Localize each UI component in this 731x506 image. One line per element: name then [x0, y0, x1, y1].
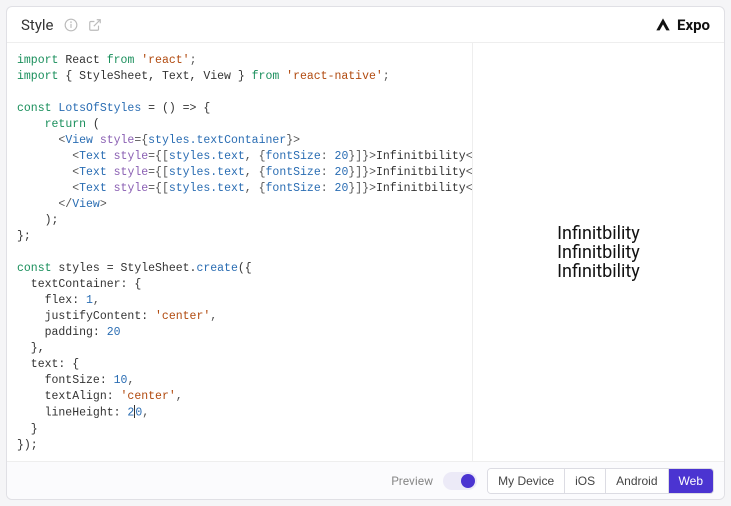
code-line[interactable]: <Text style={[styles.text, {fontSize: 20… — [17, 165, 466, 181]
code-line[interactable]: return ( — [17, 117, 466, 133]
preview-label: Preview — [391, 474, 433, 488]
code-line[interactable] — [17, 245, 466, 261]
code-line[interactable]: const styles = StyleSheet.create({ — [17, 261, 466, 277]
code-line[interactable]: <Text style={[styles.text, {fontSize: 20… — [17, 181, 466, 197]
preview-pane: InfinitbilityInfinitbilityInfinitbility — [473, 43, 724, 461]
code-line[interactable]: justifyContent: 'center', — [17, 309, 466, 325]
code-line[interactable]: textAlign: 'center', — [17, 389, 466, 405]
editor-panel: Style Expo import React from 'react';imp… — [6, 6, 725, 500]
toggle-knob — [461, 474, 475, 488]
preview-output: InfinitbilityInfinitbilityInfinitbility — [557, 224, 640, 281]
code-line[interactable]: import { StyleSheet, Text, View } from '… — [17, 69, 466, 85]
preview-toggle[interactable] — [443, 472, 477, 490]
body: import React from 'react';import { Style… — [7, 43, 724, 461]
preview-text: Infinitbility — [557, 262, 640, 281]
code-line[interactable]: text: { — [17, 357, 466, 373]
preview-text: Infinitbility — [557, 224, 640, 243]
code-line[interactable]: lineHeight: 20, — [17, 405, 466, 422]
platform-tab-android[interactable]: Android — [606, 469, 668, 493]
code-line[interactable] — [17, 85, 466, 101]
platform-tab-my-device[interactable]: My Device — [488, 469, 565, 493]
code-line[interactable]: }, — [17, 341, 466, 357]
code-line[interactable] — [17, 454, 466, 461]
platform-tab-web[interactable]: Web — [669, 469, 713, 493]
code-line[interactable]: <Text style={[styles.text, {fontSize: 20… — [17, 149, 466, 165]
open-external-icon[interactable] — [88, 18, 102, 32]
preview-text: Infinitbility — [557, 243, 640, 262]
code-line[interactable]: flex: 1, — [17, 293, 466, 309]
code-line[interactable]: <View style={styles.textContainer}> — [17, 133, 466, 149]
code-line[interactable]: import React from 'react'; — [17, 53, 466, 69]
code-line[interactable]: fontSize: 10, — [17, 373, 466, 389]
header-title: Style — [21, 16, 54, 34]
code-line[interactable]: ); — [17, 213, 466, 229]
code-line[interactable]: } — [17, 422, 466, 438]
code-line[interactable]: }); — [17, 438, 466, 454]
code-line[interactable]: textContainer: { — [17, 277, 466, 293]
code-line[interactable]: padding: 20 — [17, 325, 466, 341]
brand[interactable]: Expo — [655, 16, 710, 34]
header: Style Expo — [7, 7, 724, 43]
footer: Preview My DeviceiOSAndroidWeb — [7, 461, 724, 499]
platform-tab-ios[interactable]: iOS — [565, 469, 606, 493]
code-editor[interactable]: import React from 'react';import { Style… — [7, 43, 473, 461]
code-line[interactable]: const LotsOfStyles = () => { — [17, 101, 466, 117]
info-icon[interactable] — [64, 18, 78, 32]
code-line[interactable]: }; — [17, 229, 466, 245]
expo-logo-icon — [655, 17, 671, 33]
brand-label: Expo — [677, 16, 710, 34]
code-line[interactable]: </View> — [17, 197, 466, 213]
platform-tabs: My DeviceiOSAndroidWeb — [487, 468, 714, 494]
